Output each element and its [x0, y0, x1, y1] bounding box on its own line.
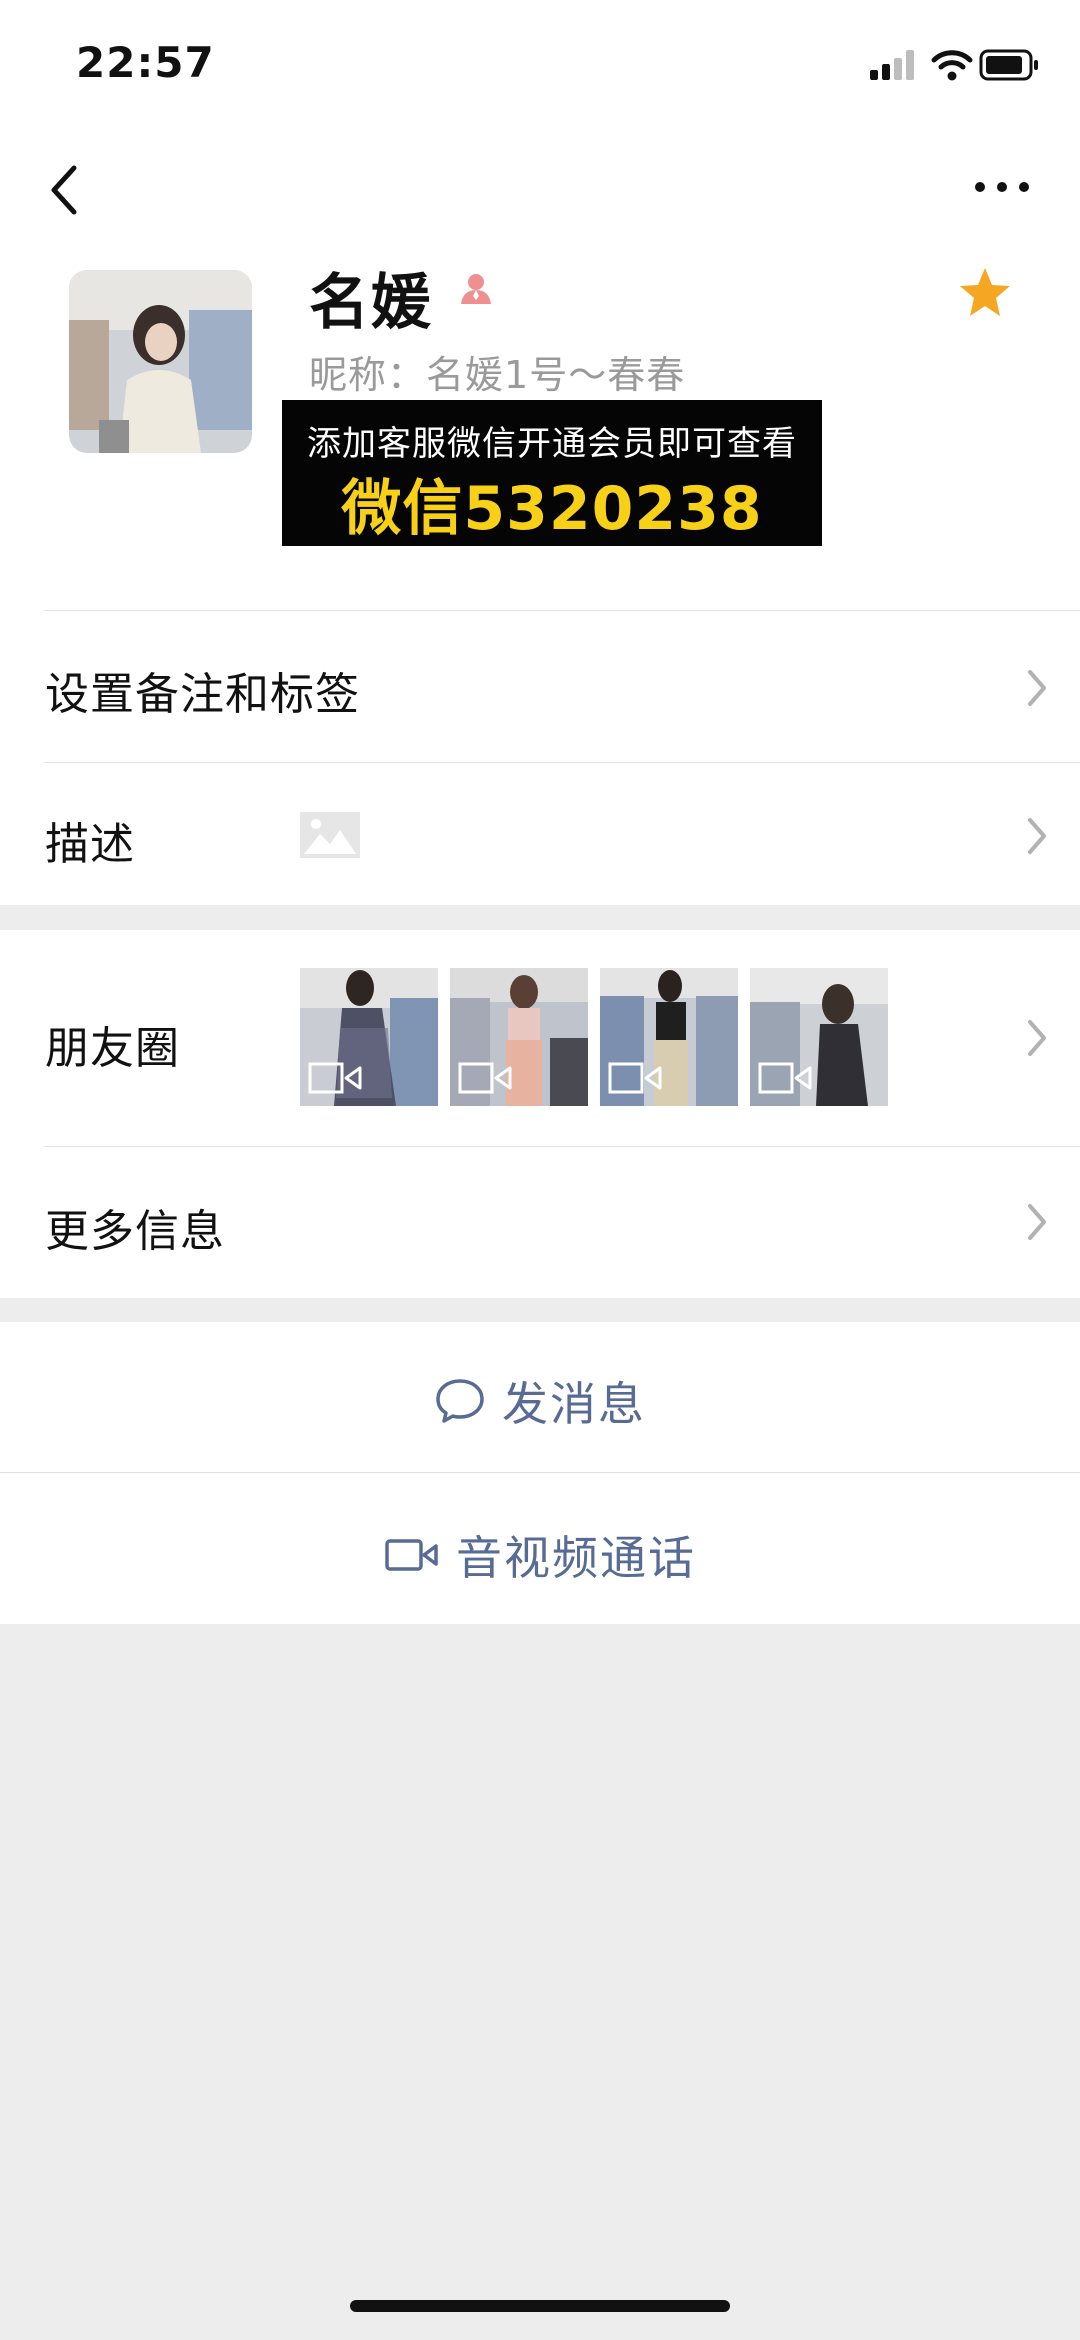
chevron-right-icon: [1028, 1204, 1046, 1240]
image-placeholder-icon: [300, 812, 360, 858]
star-icon[interactable]: [958, 266, 1012, 320]
video-icon: [758, 1062, 812, 1094]
chevron-right-icon: [1028, 1020, 1046, 1056]
banner-line1: 添加客服微信开通会员即可查看: [307, 424, 797, 464]
nickname-value: 名媛1号～春春: [426, 353, 686, 397]
overlay-banner: 添加客服微信开通会员即可查看 微信5320238: [282, 400, 822, 546]
home-indicator[interactable]: [350, 2300, 730, 2312]
moments-thumbnails[interactable]: [300, 968, 888, 1106]
video-call-button[interactable]: 音视频通话: [0, 1522, 1080, 1588]
video-icon: [608, 1062, 662, 1094]
send-message-button[interactable]: 发消息: [0, 1368, 1080, 1434]
status-time: 22:57: [76, 38, 215, 87]
row-more-info-label[interactable]: 更多信息: [45, 1195, 225, 1259]
nickname: 昵称：名媛1号～春春: [309, 344, 685, 399]
female-gender-icon: [461, 274, 491, 304]
divider: [45, 762, 1080, 763]
chevron-right-icon: [1028, 670, 1046, 706]
signal-icon: [870, 50, 914, 80]
profile-name: 名媛: [309, 268, 433, 338]
moment-thumbnail[interactable]: [300, 968, 438, 1106]
send-message-label: 发消息: [502, 1377, 646, 1431]
more-icon[interactable]: [972, 172, 1032, 202]
row-remark-label[interactable]: 设置备注和标签: [45, 658, 360, 722]
wifi-icon: [931, 50, 973, 81]
video-icon: [308, 1062, 362, 1094]
battery-icon: [979, 49, 1038, 81]
video-camera-icon: [385, 1539, 438, 1571]
status-icons: [870, 49, 1038, 81]
chevron-right-icon: [1028, 818, 1046, 854]
moment-thumbnail[interactable]: [450, 968, 588, 1106]
row-moments-label[interactable]: 朋友圈: [45, 1012, 180, 1076]
video-icon: [458, 1062, 512, 1094]
divider: [45, 610, 1080, 611]
video-call-label: 音视频通话: [456, 1531, 696, 1585]
row-description-label[interactable]: 描述: [45, 808, 135, 872]
chat-bubble-icon: [436, 1379, 484, 1423]
moment-thumbnail[interactable]: [750, 968, 888, 1106]
divider: [45, 1146, 1080, 1147]
avatar[interactable]: [69, 270, 252, 453]
nickname-label: 昵称：: [309, 353, 427, 397]
divider: [0, 1472, 1080, 1473]
back-icon[interactable]: [42, 160, 92, 220]
banner-line2: 微信5320238: [341, 474, 763, 544]
moment-thumbnail[interactable]: [600, 968, 738, 1106]
